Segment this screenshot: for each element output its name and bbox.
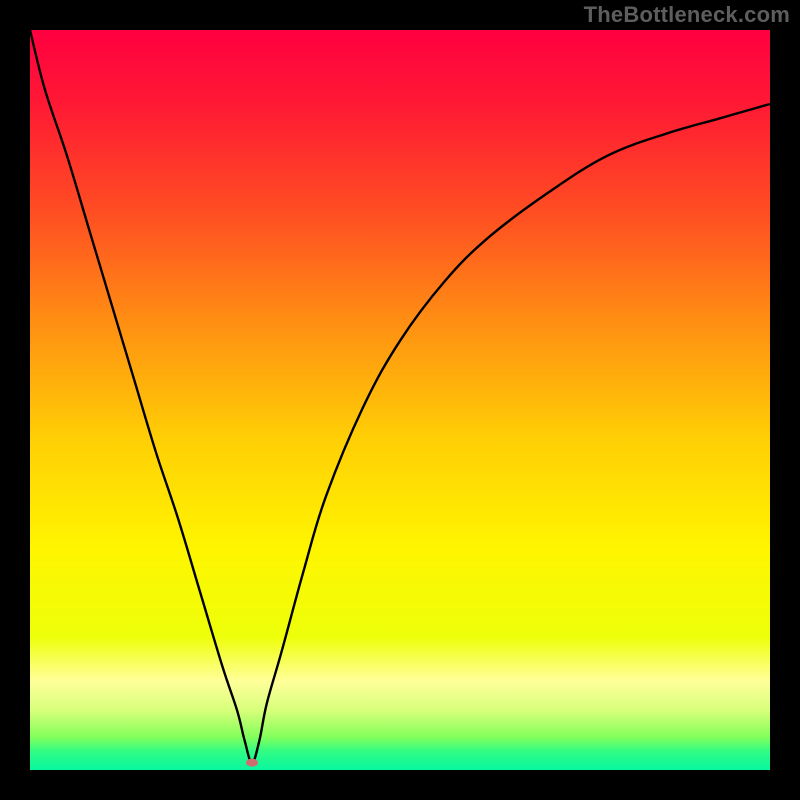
dip-marker-icon [246, 759, 258, 767]
plot-area [30, 30, 770, 770]
chart-frame: TheBottleneck.com [0, 0, 800, 800]
watermark-text: TheBottleneck.com [584, 2, 790, 28]
chart-svg [30, 30, 770, 770]
